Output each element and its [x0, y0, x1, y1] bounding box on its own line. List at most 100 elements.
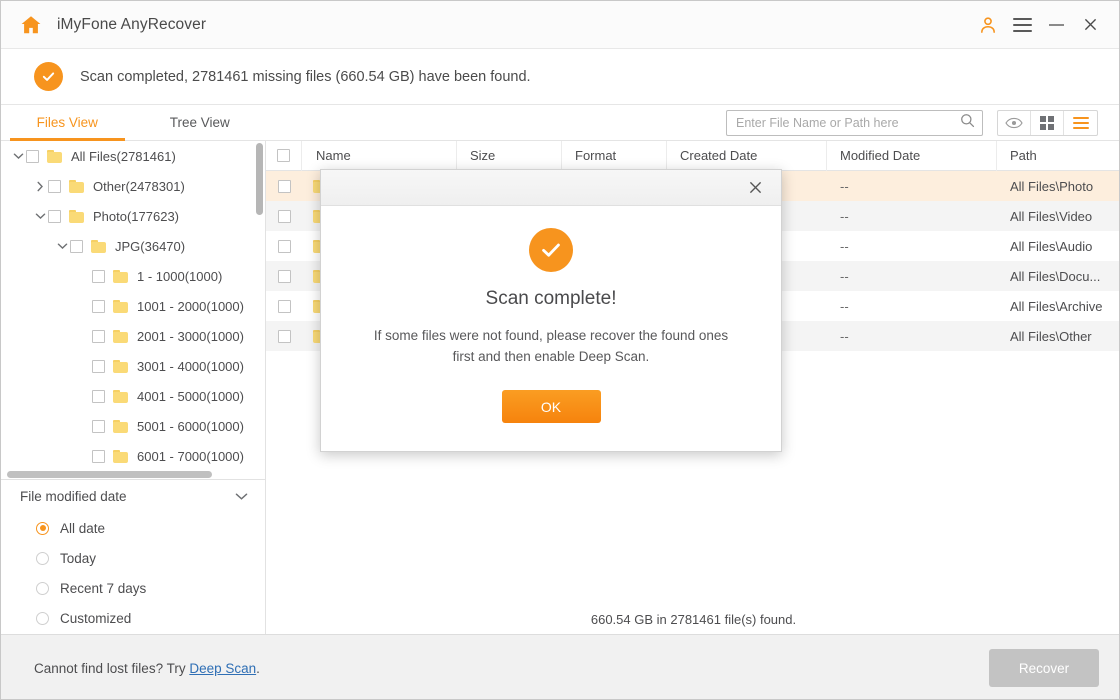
column-header-created-date[interactable]: Created Date [667, 141, 827, 171]
tree-item[interactable]: 1 - 1000(1000) [1, 261, 265, 291]
tree-item-label: 4001 - 5000(1000) [137, 389, 244, 404]
tree-horizontal-scrollbar[interactable] [7, 471, 212, 478]
row-checkbox[interactable] [266, 201, 302, 231]
chevron-down-icon[interactable] [235, 490, 248, 504]
tree-item[interactable]: 4001 - 5000(1000) [1, 381, 265, 411]
folder-icon [47, 150, 62, 163]
row-checkbox[interactable] [266, 231, 302, 261]
cell-modified: -- [827, 231, 997, 261]
minimize-icon[interactable] [1039, 8, 1073, 42]
radio-button[interactable] [36, 522, 49, 535]
column-header-name[interactable]: Name [302, 141, 457, 171]
row-checkbox[interactable] [266, 291, 302, 321]
tab-files-view[interactable]: Files View [1, 105, 134, 140]
tab-tree-view[interactable]: Tree View [134, 105, 267, 140]
app-title: iMyFone AnyRecover [57, 16, 206, 34]
select-all-checkbox[interactable] [266, 141, 302, 171]
tree-item-checkbox[interactable] [92, 270, 105, 283]
table-header-row: Name Size Format Created Date Modified D… [266, 141, 1120, 171]
cell-modified: -- [827, 321, 997, 351]
scan-complete-dialog: Scan complete! If some files were not fo… [320, 169, 782, 452]
tree-item[interactable]: All Files(2781461) [1, 141, 265, 171]
tree-item-checkbox[interactable] [92, 450, 105, 463]
tree-item-checkbox[interactable] [92, 330, 105, 343]
tree-item[interactable]: 1001 - 2000(1000) [1, 291, 265, 321]
tree-item[interactable]: JPG(36470) [1, 231, 265, 261]
cell-modified: -- [827, 291, 997, 321]
folder-icon [113, 390, 128, 403]
chevron-right-icon[interactable] [32, 181, 48, 192]
tree-item[interactable]: 3001 - 4000(1000) [1, 351, 265, 381]
cell-modified: -- [827, 171, 997, 201]
dialog-body: Scan complete! If some files were not fo… [321, 206, 781, 451]
tree-item-label: 3001 - 4000(1000) [137, 359, 244, 374]
view-mode-group [997, 110, 1098, 136]
folder-icon [113, 360, 128, 373]
radio-button[interactable] [36, 612, 49, 625]
search-input[interactable] [736, 116, 959, 130]
deep-scan-prompt-suffix: . [256, 661, 260, 676]
ok-button[interactable]: OK [502, 390, 601, 423]
home-icon[interactable] [18, 12, 44, 38]
filter-option[interactable]: Today [1, 543, 265, 573]
search-box[interactable] [726, 110, 983, 136]
list-view-icon[interactable] [1064, 111, 1097, 135]
user-account-icon[interactable] [971, 8, 1005, 42]
column-header-format[interactable]: Format [562, 141, 667, 171]
tree-item[interactable]: 2001 - 3000(1000) [1, 321, 265, 351]
tree-item-checkbox[interactable] [48, 210, 61, 223]
filter-section-header[interactable]: File modified date [1, 480, 265, 513]
radio-button[interactable] [36, 582, 49, 595]
dialog-title: Scan complete! [486, 288, 617, 310]
file-tree-panel[interactable]: All Files(2781461) Other(2478301)Photo(17… [1, 141, 266, 479]
tree-item[interactable]: 5001 - 6000(1000) [1, 411, 265, 441]
tree-item-checkbox[interactable] [48, 180, 61, 193]
folder-icon [69, 180, 84, 193]
cell-path: All Files\Other [997, 321, 1120, 351]
tree-item-label: 1 - 1000(1000) [137, 269, 222, 284]
search-icon[interactable] [959, 112, 976, 134]
chevron-down-icon[interactable] [32, 212, 48, 220]
tree-item-checkbox[interactable] [26, 150, 39, 163]
hamburger-menu-icon[interactable] [1005, 8, 1039, 42]
deep-scan-link[interactable]: Deep Scan [189, 661, 256, 676]
checkmark-circle-icon [34, 62, 63, 91]
cell-path: All Files\Video [997, 201, 1120, 231]
row-checkbox[interactable] [266, 321, 302, 351]
status-bar: 660.54 GB in 2781461 file(s) found. [266, 605, 1120, 634]
tree-item-checkbox[interactable] [92, 420, 105, 433]
tree-item-checkbox[interactable] [92, 300, 105, 313]
tree-item-checkbox[interactable] [70, 240, 83, 253]
grid-view-icon[interactable] [1031, 111, 1064, 135]
row-checkbox[interactable] [266, 261, 302, 291]
checkmark-circle-icon [529, 228, 573, 272]
row-checkbox[interactable] [266, 171, 302, 201]
chevron-down-icon[interactable] [54, 242, 70, 250]
tree-item-checkbox[interactable] [92, 390, 105, 403]
filter-panel: File modified date All dateTodayRecent 7… [1, 479, 266, 634]
tree-item-label: All Files(2781461) [71, 149, 176, 164]
cell-path: All Files\Photo [997, 171, 1120, 201]
recover-button[interactable]: Recover [989, 649, 1099, 687]
tree-item[interactable]: 6001 - 7000(1000) [1, 441, 265, 471]
filter-option[interactable]: Customized [1, 603, 265, 633]
radio-button[interactable] [36, 552, 49, 565]
tree-item[interactable]: Photo(177623) [1, 201, 265, 231]
close-icon[interactable] [1073, 8, 1107, 42]
status-bar-text: 660.54 GB in 2781461 file(s) found. [591, 612, 796, 627]
column-header-path[interactable]: Path [997, 141, 1120, 171]
filter-option[interactable]: All date [1, 513, 265, 543]
folder-icon [113, 270, 128, 283]
filter-option[interactable]: Recent 7 days [1, 573, 265, 603]
close-icon[interactable] [744, 177, 766, 199]
cell-path: All Files\Audio [997, 231, 1120, 261]
tree-vertical-scrollbar[interactable] [256, 143, 263, 215]
folder-icon [91, 240, 106, 253]
preview-eye-icon[interactable] [998, 111, 1031, 135]
tree-item[interactable]: Other(2478301) [1, 171, 265, 201]
column-header-size[interactable]: Size [457, 141, 562, 171]
chevron-down-icon[interactable] [10, 152, 26, 160]
tree-item-checkbox[interactable] [92, 360, 105, 373]
column-header-modified-date[interactable]: Modified Date [827, 141, 997, 171]
deep-scan-prompt-prefix: Cannot find lost files? Try [34, 661, 189, 676]
